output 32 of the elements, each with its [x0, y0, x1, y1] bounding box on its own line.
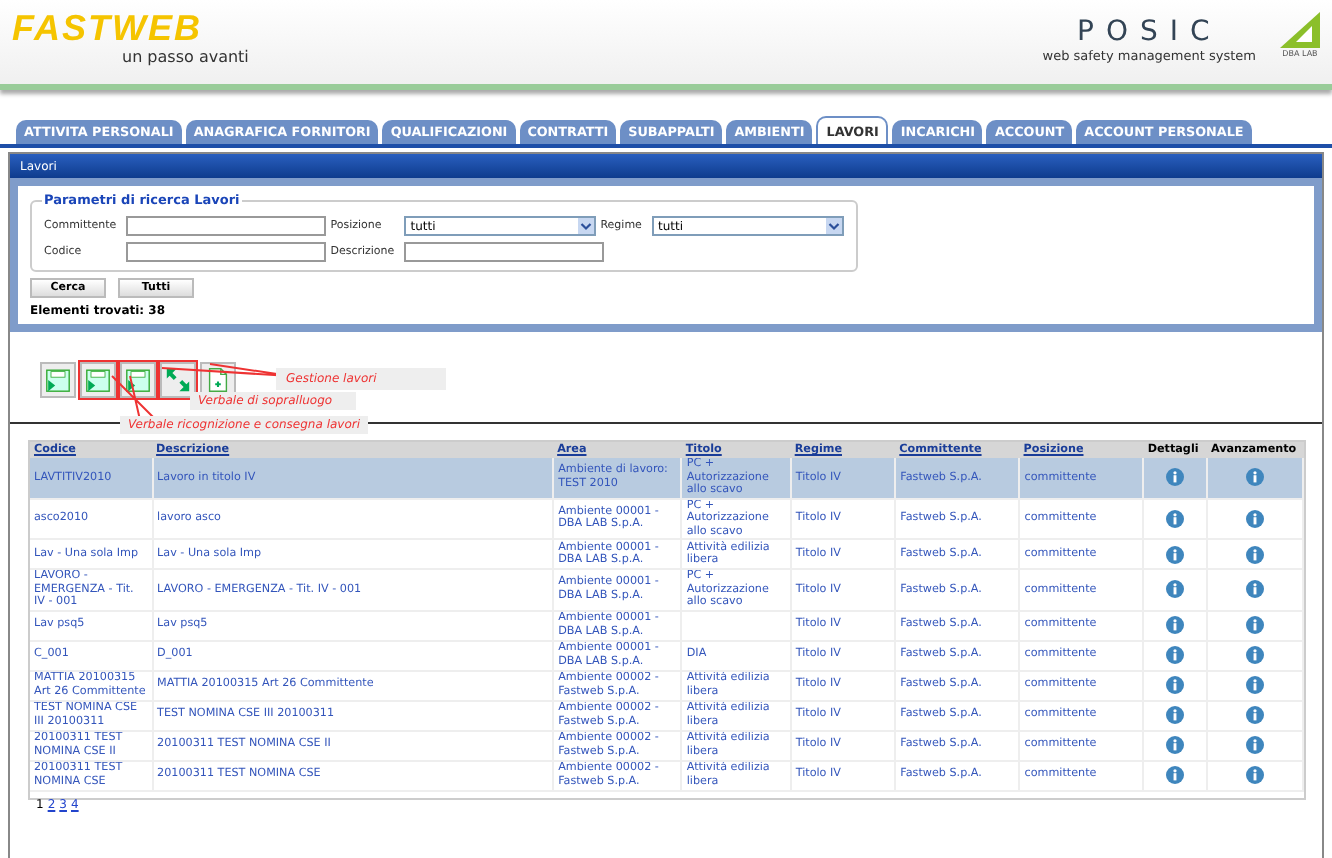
arrows-icon[interactable]	[160, 362, 196, 398]
document-play-icon[interactable]	[120, 362, 156, 398]
info-icon[interactable]	[1245, 509, 1264, 528]
info-icon[interactable]	[1166, 580, 1185, 599]
info-icon[interactable]	[1166, 616, 1185, 634]
document-play-icon[interactable]	[80, 362, 116, 398]
triangle-logo-icon	[1280, 12, 1320, 48]
info-icon[interactable]	[1245, 706, 1264, 724]
info-icon[interactable]	[1245, 545, 1264, 563]
text-field[interactable]	[404, 242, 605, 262]
info-icon[interactable]	[1166, 468, 1185, 487]
info-icon[interactable]	[1166, 545, 1185, 563]
slogan: un passo avanti	[120, 48, 251, 66]
info-icon[interactable]	[1166, 706, 1185, 724]
info-icon[interactable]	[1166, 676, 1185, 694]
info-icon[interactable]	[1245, 676, 1264, 694]
info-icon[interactable]	[1245, 766, 1264, 784]
info-icon[interactable]	[1166, 646, 1185, 664]
info-icon[interactable]	[1245, 468, 1264, 487]
info-icon[interactable]	[1166, 736, 1185, 754]
info-icon[interactable]	[1166, 509, 1185, 528]
text-field[interactable]	[126, 216, 327, 236]
info-icon[interactable]	[1166, 766, 1185, 784]
info-icon[interactable]	[1245, 646, 1264, 664]
product-name: POSIC	[1077, 16, 1222, 48]
info-icon[interactable]	[1245, 616, 1264, 634]
info-icon[interactable]	[1245, 580, 1264, 599]
brand-logo: FASTWEB	[12, 8, 204, 48]
dropdown-arrow-icon	[826, 218, 842, 234]
dropdown-arrow-icon	[578, 218, 595, 234]
info-icon[interactable]	[1245, 736, 1264, 754]
text-field[interactable]	[126, 242, 327, 262]
